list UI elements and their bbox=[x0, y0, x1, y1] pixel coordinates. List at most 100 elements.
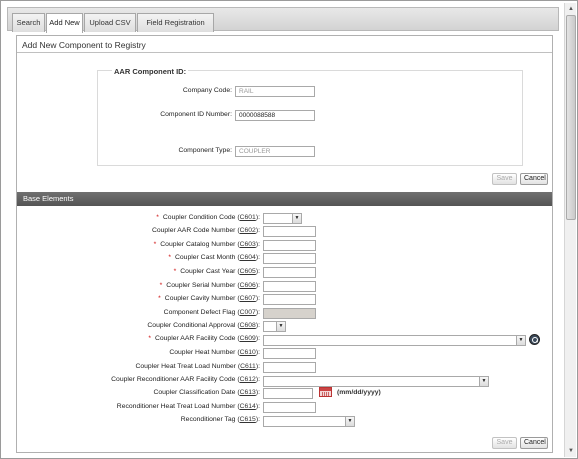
field-code-link[interactable]: C613 bbox=[240, 389, 256, 396]
chevron-down-icon[interactable]: ▼ bbox=[479, 377, 488, 386]
label-text: Coupler Heat Number ( bbox=[169, 349, 240, 356]
coupler-conditional-approval-select[interactable]: ▼ bbox=[263, 321, 286, 332]
coupler-cast-year-label: * Coupler Cast Year (C605): bbox=[174, 268, 260, 275]
field-code-link[interactable]: C603 bbox=[240, 241, 256, 248]
label-suffix: ): bbox=[255, 322, 260, 329]
label-text: Coupler AAR Facility Code ( bbox=[154, 335, 240, 342]
base-cancel-button[interactable]: Cancel bbox=[520, 437, 548, 449]
company-code-label: Company Code: bbox=[182, 87, 232, 94]
coupler-aar-code-number-input[interactable] bbox=[263, 226, 316, 237]
component-defect-flag-input bbox=[263, 308, 316, 319]
coupler-reconditioner-aar-facility-code-select[interactable]: ▼ bbox=[263, 376, 489, 387]
label-text: Coupler AAR Code Number ( bbox=[151, 227, 240, 234]
divider bbox=[17, 52, 552, 53]
reconditioner-heat-treat-load-number-label: Reconditioner Heat Treat Load Number (C6… bbox=[117, 403, 260, 410]
window-frame: Search Add New Upload CSV Field Registra… bbox=[0, 0, 578, 459]
field-code-link[interactable]: C614 bbox=[240, 403, 256, 410]
coupler-conditional-approval-label: Coupler Conditional Approval (C608): bbox=[147, 322, 260, 329]
label-text: Component Defect Flag ( bbox=[163, 309, 240, 316]
field-code-link[interactable]: C610 bbox=[240, 349, 256, 356]
coupler-heat-number-label: Coupler Heat Number (C610): bbox=[169, 349, 260, 356]
component-type-field[interactable]: COUPLER bbox=[235, 146, 315, 157]
field-code-link[interactable]: C611 bbox=[240, 363, 256, 370]
component-id-number-field[interactable]: 0000088588 bbox=[235, 110, 315, 121]
tab-field-registration[interactable]: Field Registration bbox=[137, 13, 214, 32]
field-code-link[interactable]: C602 bbox=[240, 227, 256, 234]
field-code-link[interactable]: C601 bbox=[240, 214, 256, 221]
field-code-link[interactable]: C615 bbox=[240, 416, 256, 423]
required-marker: * bbox=[159, 282, 163, 289]
reconditioner-tag-select[interactable]: ▼ bbox=[263, 416, 355, 427]
scroll-up-arrow-icon[interactable]: ▲ bbox=[566, 4, 576, 14]
label-text: Coupler Cast Month ( bbox=[174, 254, 240, 261]
coupler-heat-number-input[interactable] bbox=[263, 348, 316, 359]
label-suffix: ): bbox=[255, 214, 260, 221]
coupler-aar-code-number-label: Coupler AAR Code Number (C602): bbox=[152, 227, 260, 234]
required-marker: * bbox=[148, 335, 151, 342]
label-suffix: ): bbox=[255, 363, 260, 370]
base-elements-header: Base Elements bbox=[17, 192, 552, 206]
label-text: Coupler Cast Year ( bbox=[180, 268, 240, 275]
cancel-button[interactable]: Cancel bbox=[520, 173, 548, 185]
company-code-field[interactable]: RAIL bbox=[235, 86, 315, 97]
coupler-condition-code-select[interactable]: ▼ bbox=[263, 213, 302, 224]
chevron-down-icon[interactable]: ▼ bbox=[292, 214, 301, 223]
save-button[interactable]: Save bbox=[492, 173, 517, 185]
coupler-aar-facility-code-select[interactable]: ▼ bbox=[263, 335, 526, 346]
coupler-catalog-number-input[interactable] bbox=[263, 240, 316, 251]
scroll-down-arrow-icon[interactable]: ▼ bbox=[566, 446, 576, 456]
coupler-cast-month-input[interactable] bbox=[263, 253, 316, 264]
label-text: Coupler Catalog Number ( bbox=[160, 241, 240, 248]
chevron-down-icon[interactable]: ▼ bbox=[345, 417, 354, 426]
coupler-serial-number-label: * Coupler Serial Number (C606): bbox=[160, 282, 260, 289]
coupler-classification-date-label: Coupler Classification Date (C613): bbox=[153, 389, 260, 396]
field-code-link[interactable]: C609 bbox=[240, 335, 256, 342]
tab-search[interactable]: Search bbox=[12, 13, 45, 32]
coupler-serial-number-input[interactable] bbox=[263, 281, 316, 292]
label-suffix: ): bbox=[255, 254, 260, 261]
base-save-button[interactable]: Save bbox=[492, 437, 517, 449]
add-component-panel: Add New Component to Registry AAR Compon… bbox=[16, 35, 553, 453]
scrollbar-thumb[interactable] bbox=[566, 15, 576, 220]
label-suffix: ): bbox=[255, 335, 260, 342]
coupler-classification-date-input[interactable] bbox=[263, 388, 313, 399]
chevron-down-icon[interactable]: ▼ bbox=[276, 322, 285, 331]
vertical-scrollbar[interactable]: ▲ ▼ bbox=[564, 3, 576, 457]
coupler-cavity-number-label: * Coupler Cavity Number (C607): bbox=[158, 295, 260, 302]
coupler-cavity-number-input[interactable] bbox=[263, 294, 316, 305]
label-suffix: ): bbox=[255, 309, 260, 316]
label-text: Reconditioner Heat Treat Load Number ( bbox=[116, 403, 240, 410]
label-text: Reconditioner Tag ( bbox=[180, 416, 240, 423]
field-code-link[interactable]: C612 bbox=[240, 376, 256, 383]
field-code-link[interactable]: C605 bbox=[240, 268, 256, 275]
chevron-down-icon[interactable]: ▼ bbox=[516, 336, 525, 345]
panel-title: Add New Component to Registry bbox=[22, 40, 146, 50]
tab-add-new[interactable]: Add New bbox=[46, 13, 83, 33]
label-suffix: ): bbox=[255, 376, 260, 383]
coupler-heat-treat-load-number-input[interactable] bbox=[263, 362, 316, 373]
required-marker: * bbox=[156, 214, 159, 221]
label-suffix: ): bbox=[255, 268, 260, 275]
label-text: Coupler Classification Date ( bbox=[153, 389, 240, 396]
label-text: Coupler Cavity Number ( bbox=[164, 295, 240, 302]
component-type-label: Component Type: bbox=[178, 147, 232, 154]
label-suffix: ): bbox=[255, 227, 260, 234]
coupler-heat-treat-load-number-label: Coupler Heat Treat Load Number (C611): bbox=[135, 363, 260, 370]
label-text: Coupler Reconditioner AAR Facility Code … bbox=[111, 376, 240, 383]
label-suffix: ): bbox=[255, 295, 260, 302]
tab-upload-csv[interactable]: Upload CSV bbox=[84, 13, 136, 32]
calendar-icon[interactable] bbox=[319, 387, 332, 397]
label-text: Coupler Heat Treat Load Number ( bbox=[135, 363, 241, 370]
field-code-link[interactable]: C604 bbox=[240, 254, 256, 261]
field-code-link[interactable]: C607 bbox=[240, 295, 256, 302]
field-code-link[interactable]: C606 bbox=[240, 282, 256, 289]
field-code-link[interactable]: C007 bbox=[240, 309, 256, 316]
field-code-link[interactable]: C608 bbox=[240, 322, 256, 329]
label-text: Coupler Conditional Approval ( bbox=[147, 322, 240, 329]
coupler-reconditioner-aar-facility-code-label: Coupler Reconditioner AAR Facility Code … bbox=[111, 376, 260, 383]
search-icon[interactable] bbox=[529, 334, 540, 345]
reconditioner-heat-treat-load-number-input[interactable] bbox=[263, 402, 316, 413]
date-format-hint: (mm/dd/yyyy) bbox=[337, 389, 381, 396]
coupler-cast-year-input[interactable] bbox=[263, 267, 316, 278]
coupler-catalog-number-label: * Coupler Catalog Number (C603): bbox=[154, 241, 260, 248]
